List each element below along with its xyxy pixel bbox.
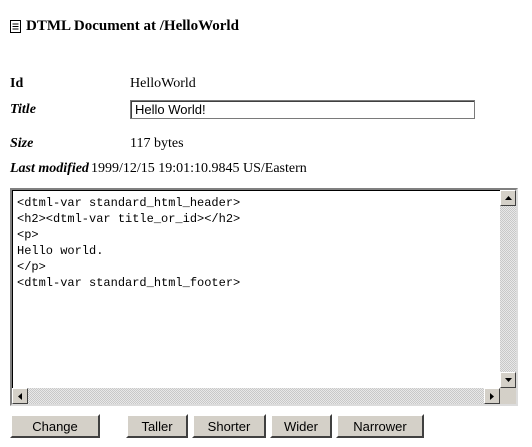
- title-label: Title: [10, 101, 36, 117]
- id-label: Id: [10, 76, 24, 91]
- change-button[interactable]: Change: [10, 414, 100, 438]
- button-bar: Change Taller Shorter Wider Narrower: [10, 414, 428, 438]
- shorter-button[interactable]: Shorter: [192, 414, 266, 438]
- modified-label: Last modified: [10, 161, 89, 176]
- size-row: Size 117 bytes: [10, 136, 184, 152]
- id-row: Id HelloWorld: [10, 76, 196, 92]
- scrollbar-corner: [500, 388, 516, 404]
- arrow-left-icon: [18, 392, 22, 400]
- page-header: DTML Document at /HelloWorld: [10, 18, 239, 35]
- modified-value: 1999/12/15 19:01:10.9845 US/Eastern: [90, 161, 307, 176]
- source-editor[interactable]: <dtml-var standard_html_header> <h2><dtm…: [10, 188, 518, 406]
- taller-button[interactable]: Taller: [126, 414, 188, 438]
- narrower-button[interactable]: Narrower: [336, 414, 424, 438]
- scroll-right-button[interactable]: [484, 388, 500, 404]
- id-value: HelloWorld: [130, 76, 196, 91]
- size-label: Size: [10, 136, 34, 151]
- wider-button[interactable]: Wider: [270, 414, 332, 438]
- document-icon: [10, 20, 21, 33]
- horizontal-scrollbar[interactable]: [12, 388, 500, 404]
- title-input[interactable]: [130, 100, 475, 119]
- size-value: 117 bytes: [130, 136, 184, 151]
- editor-text-area[interactable]: <dtml-var standard_html_header> <h2><dtm…: [12, 190, 500, 388]
- arrow-right-icon: [490, 392, 494, 400]
- modified-row: Last modified 1999/12/15 19:01:10.9845 U…: [10, 161, 307, 177]
- arrow-down-icon: [504, 378, 512, 382]
- scroll-down-button[interactable]: [500, 372, 516, 388]
- scroll-up-button[interactable]: [500, 190, 516, 206]
- scroll-left-button[interactable]: [12, 388, 28, 404]
- vertical-scrollbar[interactable]: [500, 190, 516, 388]
- editor-content[interactable]: <dtml-var standard_html_header> <h2><dtm…: [17, 195, 240, 291]
- title-row: Title: [10, 100, 475, 119]
- arrow-up-icon: [504, 196, 512, 200]
- page-title: DTML Document at /HelloWorld: [26, 18, 239, 34]
